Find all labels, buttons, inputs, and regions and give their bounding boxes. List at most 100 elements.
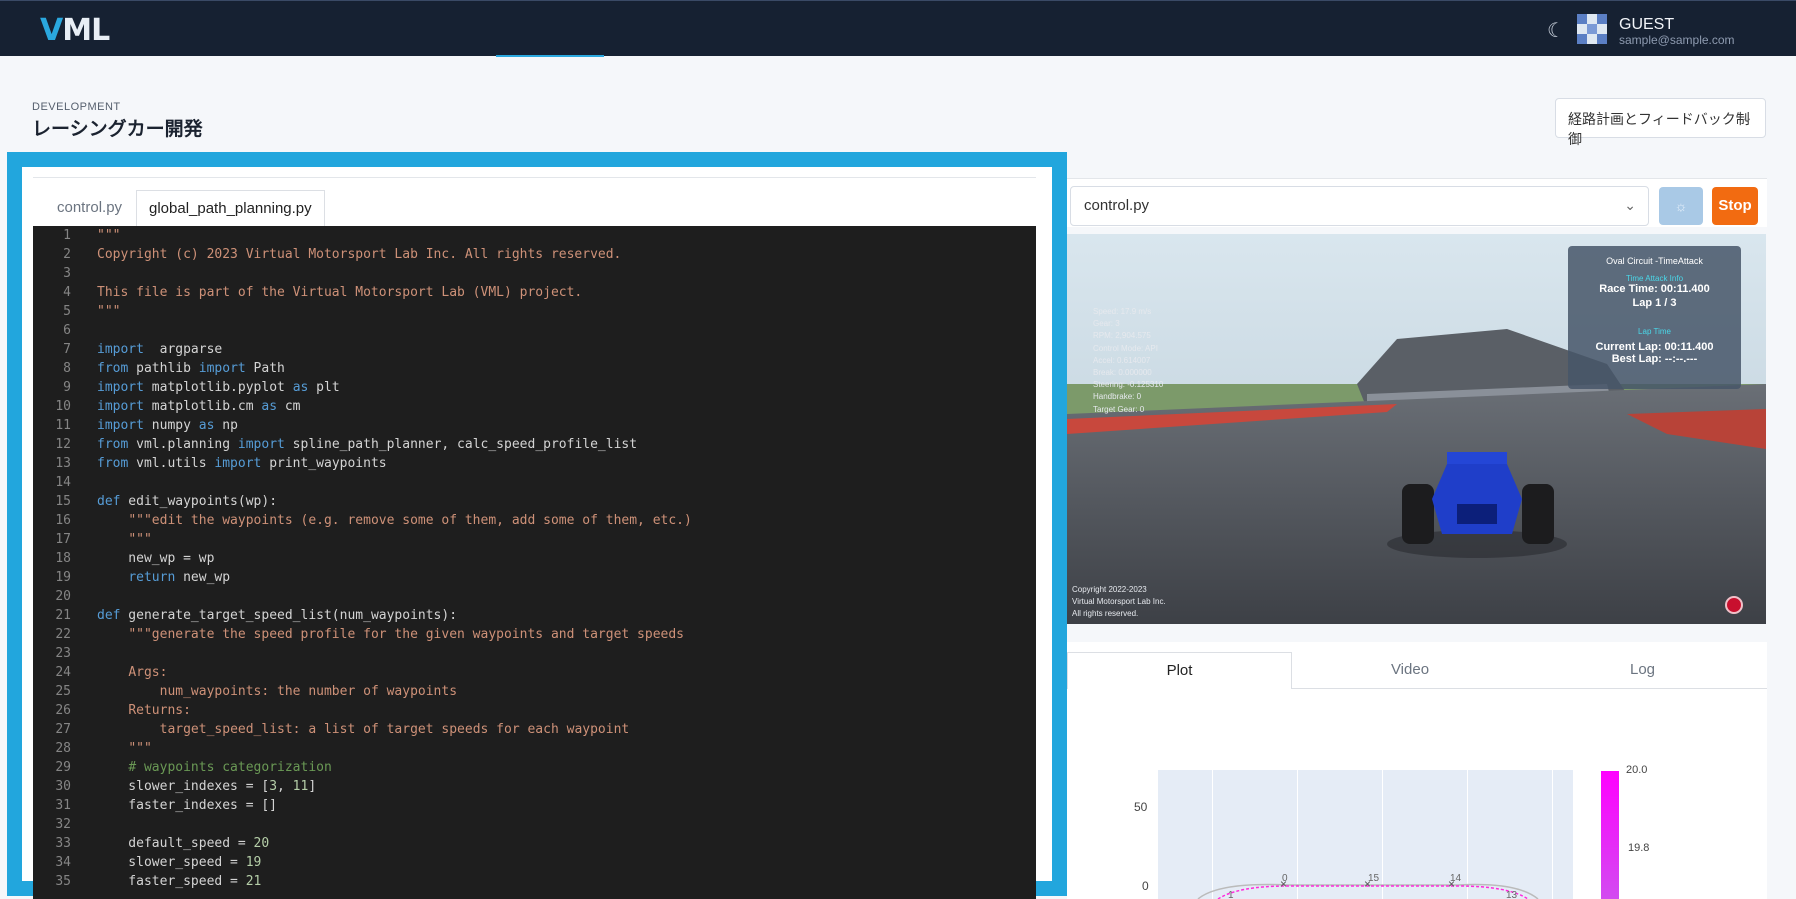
line-text: from vml.utils import print_waypoints xyxy=(97,454,387,473)
code-line[interactable]: 19 return new_wp xyxy=(33,568,1036,587)
code-line[interactable]: 35 faster_speed = 21 xyxy=(33,872,1036,891)
tab-global-path-planning-py[interactable]: global_path_planning.py xyxy=(136,190,325,227)
code-line[interactable]: 9 import matplotlib.pyplot as plt xyxy=(33,378,1036,397)
y-tick-label: 0 xyxy=(1142,879,1149,893)
tab-video[interactable]: Video xyxy=(1300,652,1520,688)
code-line[interactable]: 22 """generate the speed profile for the… xyxy=(33,625,1036,644)
tab-log[interactable]: Log xyxy=(1530,652,1755,688)
speed-colorbar xyxy=(1601,771,1619,899)
code-line[interactable]: 11 import numpy as np xyxy=(33,416,1036,435)
code-line[interactable]: 24 Args: xyxy=(33,663,1036,682)
line-text: Returns: xyxy=(97,701,191,720)
code-line[interactable]: 6 xyxy=(33,321,1036,340)
code-token: np xyxy=(214,418,238,433)
code-line[interactable]: 10 import matplotlib.cm as cm xyxy=(33,397,1036,416)
line-number: 4 xyxy=(63,285,71,300)
code-line[interactable]: 17 """ xyxy=(33,530,1036,549)
code-token: Returns: xyxy=(128,703,191,718)
code-editor[interactable]: 1 """ 2 Copyright (c) 2023 Virtual Motorspo… xyxy=(33,226,1036,899)
copyright-line: All rights reserved. xyxy=(1072,609,1139,618)
code-token: spline_path_planner, calc_speed_profile_… xyxy=(284,437,638,452)
line-number: 27 xyxy=(55,722,71,737)
code-line[interactable]: 27 target_speed_list: a list of target s… xyxy=(33,720,1036,739)
code-line[interactable]: 16 """edit the waypoints (e.g. remove so… xyxy=(33,511,1036,530)
code-token: plt xyxy=(308,380,340,395)
page-title: レーシングカー開発 xyxy=(32,119,203,140)
code-token: new_wp xyxy=(175,570,231,585)
code-line[interactable]: 14 xyxy=(33,473,1036,492)
code-line[interactable]: 21 def generate_target_speed_list(num_way… xyxy=(33,606,1036,625)
line-text: import numpy as np xyxy=(97,416,238,435)
code-line[interactable]: 15 def edit_waypoints(wp): xyxy=(33,492,1036,511)
code-line[interactable]: 28 """ xyxy=(33,739,1036,758)
code-line[interactable]: 18 new_wp = wp xyxy=(33,549,1036,568)
code-token: from xyxy=(97,437,129,452)
line-number: 29 xyxy=(55,760,71,775)
run-button[interactable]: ☼ xyxy=(1659,187,1703,225)
code-line[interactable]: 34 slower_speed = 19 xyxy=(33,853,1036,872)
telemetry-line: Steering: -0.125310 xyxy=(1093,380,1164,390)
code-line[interactable]: 4 This file is part of the Virtual Motors… xyxy=(33,283,1036,302)
code-token: generate_target_speed_list(num_waypoints… xyxy=(120,608,458,623)
code-token: Copyright (c) 2023 Virtual Motorsport La… xyxy=(97,247,622,262)
run-file-select[interactable]: control.py ⌄ xyxy=(1070,186,1649,226)
y-tick-label: 50 xyxy=(1134,800,1148,814)
code-token: """generate the speed profile for the gi… xyxy=(128,627,685,642)
code-line[interactable]: 7 import argparse xyxy=(33,340,1036,359)
code-line[interactable]: 25 num_waypoints: the number of waypoint… xyxy=(33,682,1036,701)
code-token: matplotlib.cm xyxy=(143,399,262,414)
mode-select[interactable]: 経路計画とフィードバック制御 ⌄ xyxy=(1555,98,1766,147)
line-text: # waypoints categorization xyxy=(97,758,332,777)
line-text: faster_speed = 21 xyxy=(97,872,261,891)
line-text: slower_indexes = [3, 11] xyxy=(97,777,316,796)
code-token: """ xyxy=(97,228,121,243)
vml-logo[interactable]: VML xyxy=(40,13,110,48)
line-text: def edit_waypoints(wp): xyxy=(97,492,277,511)
code-line[interactable]: 2 Copyright (c) 2023 Virtual Motorsport L… xyxy=(33,245,1036,264)
code-line[interactable]: 8 from pathlib import Path xyxy=(33,359,1036,378)
code-line[interactable]: 12 from vml.planning import spline_path_p… xyxy=(33,435,1036,454)
tab-plot[interactable]: Plot xyxy=(1067,652,1292,689)
code-line[interactable]: 31 faster_indexes = [] xyxy=(33,796,1036,815)
dark-mode-toggle-icon[interactable]: ☾ xyxy=(1547,18,1565,43)
code-token: faster_speed = xyxy=(97,874,246,889)
page-category: DEVELOPMENT xyxy=(32,101,121,113)
line-number: 20 xyxy=(55,589,71,604)
code-line[interactable]: 29 # waypoints categorization xyxy=(33,758,1036,777)
tab-control-py[interactable]: control.py xyxy=(45,190,134,226)
line-text: default_speed = 20 xyxy=(97,834,269,853)
code-token: argparse xyxy=(143,342,223,357)
code-token: import xyxy=(97,380,144,395)
code-line[interactable]: 33 default_speed = 20 xyxy=(33,834,1036,853)
telemetry-line: RPM: 2,904.575 xyxy=(1093,331,1151,341)
waypoint-label: 1 xyxy=(1228,890,1234,899)
code-line[interactable]: 20 xyxy=(33,587,1036,606)
top-navbar: VML ☾ GUEST sample@sample.com xyxy=(0,0,1796,57)
code-line[interactable]: 3 xyxy=(33,264,1036,283)
chevron-down-icon: ⌄ xyxy=(1624,197,1636,213)
line-number: 1 xyxy=(63,228,71,243)
line-text: def generate_target_speed_list(num_waypo… xyxy=(97,606,457,625)
code-line[interactable]: 13 from vml.utils import print_waypoints xyxy=(33,454,1036,473)
code-token: vml.utils xyxy=(128,456,215,471)
code-token: import xyxy=(237,437,285,452)
telemetry-line: Break: 0.000000 xyxy=(1093,368,1152,378)
line-text: from vml.planning import spline_path_pla… xyxy=(97,435,637,454)
code-line[interactable]: 5 """ xyxy=(33,302,1036,321)
code-line[interactable]: 23 xyxy=(33,644,1036,663)
code-line[interactable]: 30 slower_indexes = [3, 11] xyxy=(33,777,1036,796)
line-text: from pathlib import Path xyxy=(97,359,285,378)
code-line[interactable]: 26 Returns: xyxy=(33,701,1036,720)
code-token: Args: xyxy=(128,665,168,680)
editor-tab-bar: control.py global_path_planning.py xyxy=(33,177,1036,227)
code-token: numpy xyxy=(143,418,199,433)
code-line[interactable]: 1 """ xyxy=(33,226,1036,245)
stop-button[interactable]: Stop xyxy=(1712,187,1758,225)
code-token: default_speed = xyxy=(97,836,254,851)
code-line[interactable]: 32 xyxy=(33,815,1036,834)
line-number: 21 xyxy=(55,608,71,623)
user-avatar[interactable] xyxy=(1577,14,1607,44)
